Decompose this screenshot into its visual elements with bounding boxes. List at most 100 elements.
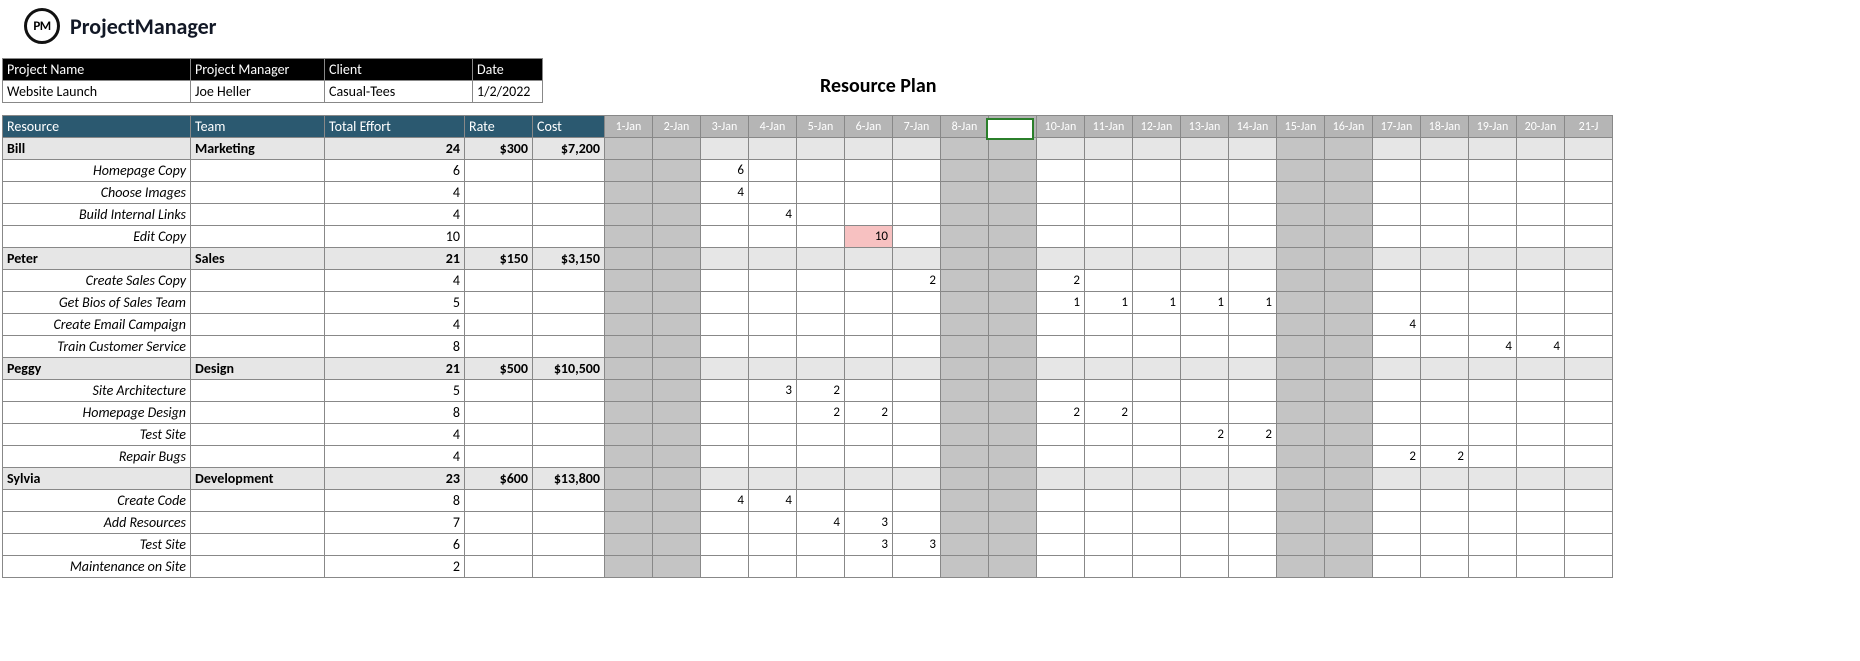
day-cell[interactable] <box>797 204 845 226</box>
day-cell[interactable] <box>1421 424 1469 446</box>
day-cell[interactable] <box>653 402 701 424</box>
task-name[interactable]: Repair Bugs <box>3 446 191 468</box>
task-effort[interactable]: 4 <box>325 270 465 292</box>
day-cell[interactable] <box>1229 336 1277 358</box>
day-cell[interactable] <box>989 248 1037 270</box>
day-cell[interactable] <box>941 336 989 358</box>
day-cell[interactable] <box>797 358 845 380</box>
day-cell[interactable] <box>1085 204 1133 226</box>
day-cell[interactable] <box>1325 226 1373 248</box>
day-cell[interactable] <box>1469 204 1517 226</box>
task-team-cell[interactable] <box>191 314 325 336</box>
day-cell[interactable] <box>845 248 893 270</box>
day-cell[interactable] <box>1373 512 1421 534</box>
day-cell[interactable] <box>701 248 749 270</box>
day-cell[interactable] <box>1469 490 1517 512</box>
day-cell[interactable] <box>1181 446 1229 468</box>
day-cell[interactable] <box>1181 556 1229 578</box>
day-cell[interactable] <box>1037 490 1085 512</box>
day-cell[interactable] <box>1229 512 1277 534</box>
day-cell[interactable] <box>989 358 1037 380</box>
day-cell[interactable] <box>989 138 1037 160</box>
day-cell[interactable] <box>1469 292 1517 314</box>
day-cell[interactable]: 4 <box>1469 336 1517 358</box>
day-cell[interactable] <box>1517 248 1565 270</box>
day-cell[interactable] <box>989 292 1037 314</box>
resource-cost[interactable]: $10,500 <box>533 358 605 380</box>
day-cell[interactable]: 4 <box>701 490 749 512</box>
day-cell[interactable] <box>1181 336 1229 358</box>
task-row[interactable]: Repair Bugs422 <box>3 446 1613 468</box>
day-cell[interactable] <box>893 446 941 468</box>
day-cell[interactable] <box>749 270 797 292</box>
day-cell[interactable] <box>1421 490 1469 512</box>
day-cell[interactable] <box>1421 556 1469 578</box>
day-cell[interactable] <box>1229 556 1277 578</box>
day-cell[interactable] <box>1181 402 1229 424</box>
day-cell[interactable] <box>1085 160 1133 182</box>
day-cell[interactable] <box>1229 138 1277 160</box>
day-cell[interactable] <box>1469 226 1517 248</box>
day-cell[interactable] <box>1565 138 1613 160</box>
day-cell[interactable] <box>1373 358 1421 380</box>
task-team-cell[interactable] <box>191 226 325 248</box>
day-cell[interactable] <box>1229 182 1277 204</box>
day-cell[interactable] <box>1037 160 1085 182</box>
day-cell[interactable] <box>1421 292 1469 314</box>
day-cell[interactable] <box>653 248 701 270</box>
resource-effort[interactable]: 23 <box>325 468 465 490</box>
day-cell[interactable] <box>1133 534 1181 556</box>
day-cell[interactable] <box>1325 556 1373 578</box>
day-cell[interactable] <box>1277 182 1325 204</box>
day-cell[interactable] <box>653 226 701 248</box>
resource-rate[interactable]: $500 <box>465 358 533 380</box>
day-cell[interactable] <box>1565 226 1613 248</box>
resource-rate[interactable]: $150 <box>465 248 533 270</box>
resource-team[interactable]: Marketing <box>191 138 325 160</box>
day-cell[interactable] <box>989 314 1037 336</box>
day-cell[interactable] <box>1085 446 1133 468</box>
day-cell[interactable] <box>1085 490 1133 512</box>
day-cell[interactable] <box>1229 446 1277 468</box>
day-cell[interactable] <box>797 314 845 336</box>
day-cell[interactable] <box>701 402 749 424</box>
day-cell[interactable] <box>1421 160 1469 182</box>
day-cell[interactable] <box>1325 248 1373 270</box>
day-cell[interactable] <box>1037 468 1085 490</box>
day-cell[interactable] <box>941 490 989 512</box>
day-cell[interactable] <box>845 138 893 160</box>
proj-value-client[interactable]: Casual-Tees <box>325 81 473 103</box>
task-effort[interactable]: 8 <box>325 336 465 358</box>
task-name[interactable]: Test Site <box>3 424 191 446</box>
task-rate-cell[interactable] <box>465 534 533 556</box>
day-cell[interactable] <box>749 402 797 424</box>
task-rate-cell[interactable] <box>465 512 533 534</box>
day-cell[interactable] <box>749 556 797 578</box>
task-rate-cell[interactable] <box>465 204 533 226</box>
day-cell[interactable] <box>893 380 941 402</box>
day-cell[interactable] <box>749 446 797 468</box>
task-team-cell[interactable] <box>191 292 325 314</box>
resource-rate[interactable]: $600 <box>465 468 533 490</box>
day-cell[interactable] <box>1229 358 1277 380</box>
day-cell[interactable] <box>941 292 989 314</box>
day-cell[interactable] <box>1373 204 1421 226</box>
day-cell[interactable]: 2 <box>1037 402 1085 424</box>
day-cell[interactable] <box>1565 314 1613 336</box>
day-cell[interactable] <box>989 336 1037 358</box>
day-cell[interactable] <box>1469 314 1517 336</box>
task-cost-cell[interactable] <box>533 446 605 468</box>
day-cell[interactable] <box>989 270 1037 292</box>
day-cell[interactable]: 2 <box>797 380 845 402</box>
day-cell[interactable] <box>1517 490 1565 512</box>
day-cell[interactable] <box>749 160 797 182</box>
day-cell[interactable] <box>1325 424 1373 446</box>
day-cell[interactable] <box>941 270 989 292</box>
resource-cost[interactable]: $13,800 <box>533 468 605 490</box>
task-team-cell[interactable] <box>191 556 325 578</box>
task-team-cell[interactable] <box>191 534 325 556</box>
day-cell[interactable] <box>989 424 1037 446</box>
task-team-cell[interactable] <box>191 182 325 204</box>
day-cell[interactable] <box>1181 160 1229 182</box>
task-name[interactable]: Add Resources <box>3 512 191 534</box>
